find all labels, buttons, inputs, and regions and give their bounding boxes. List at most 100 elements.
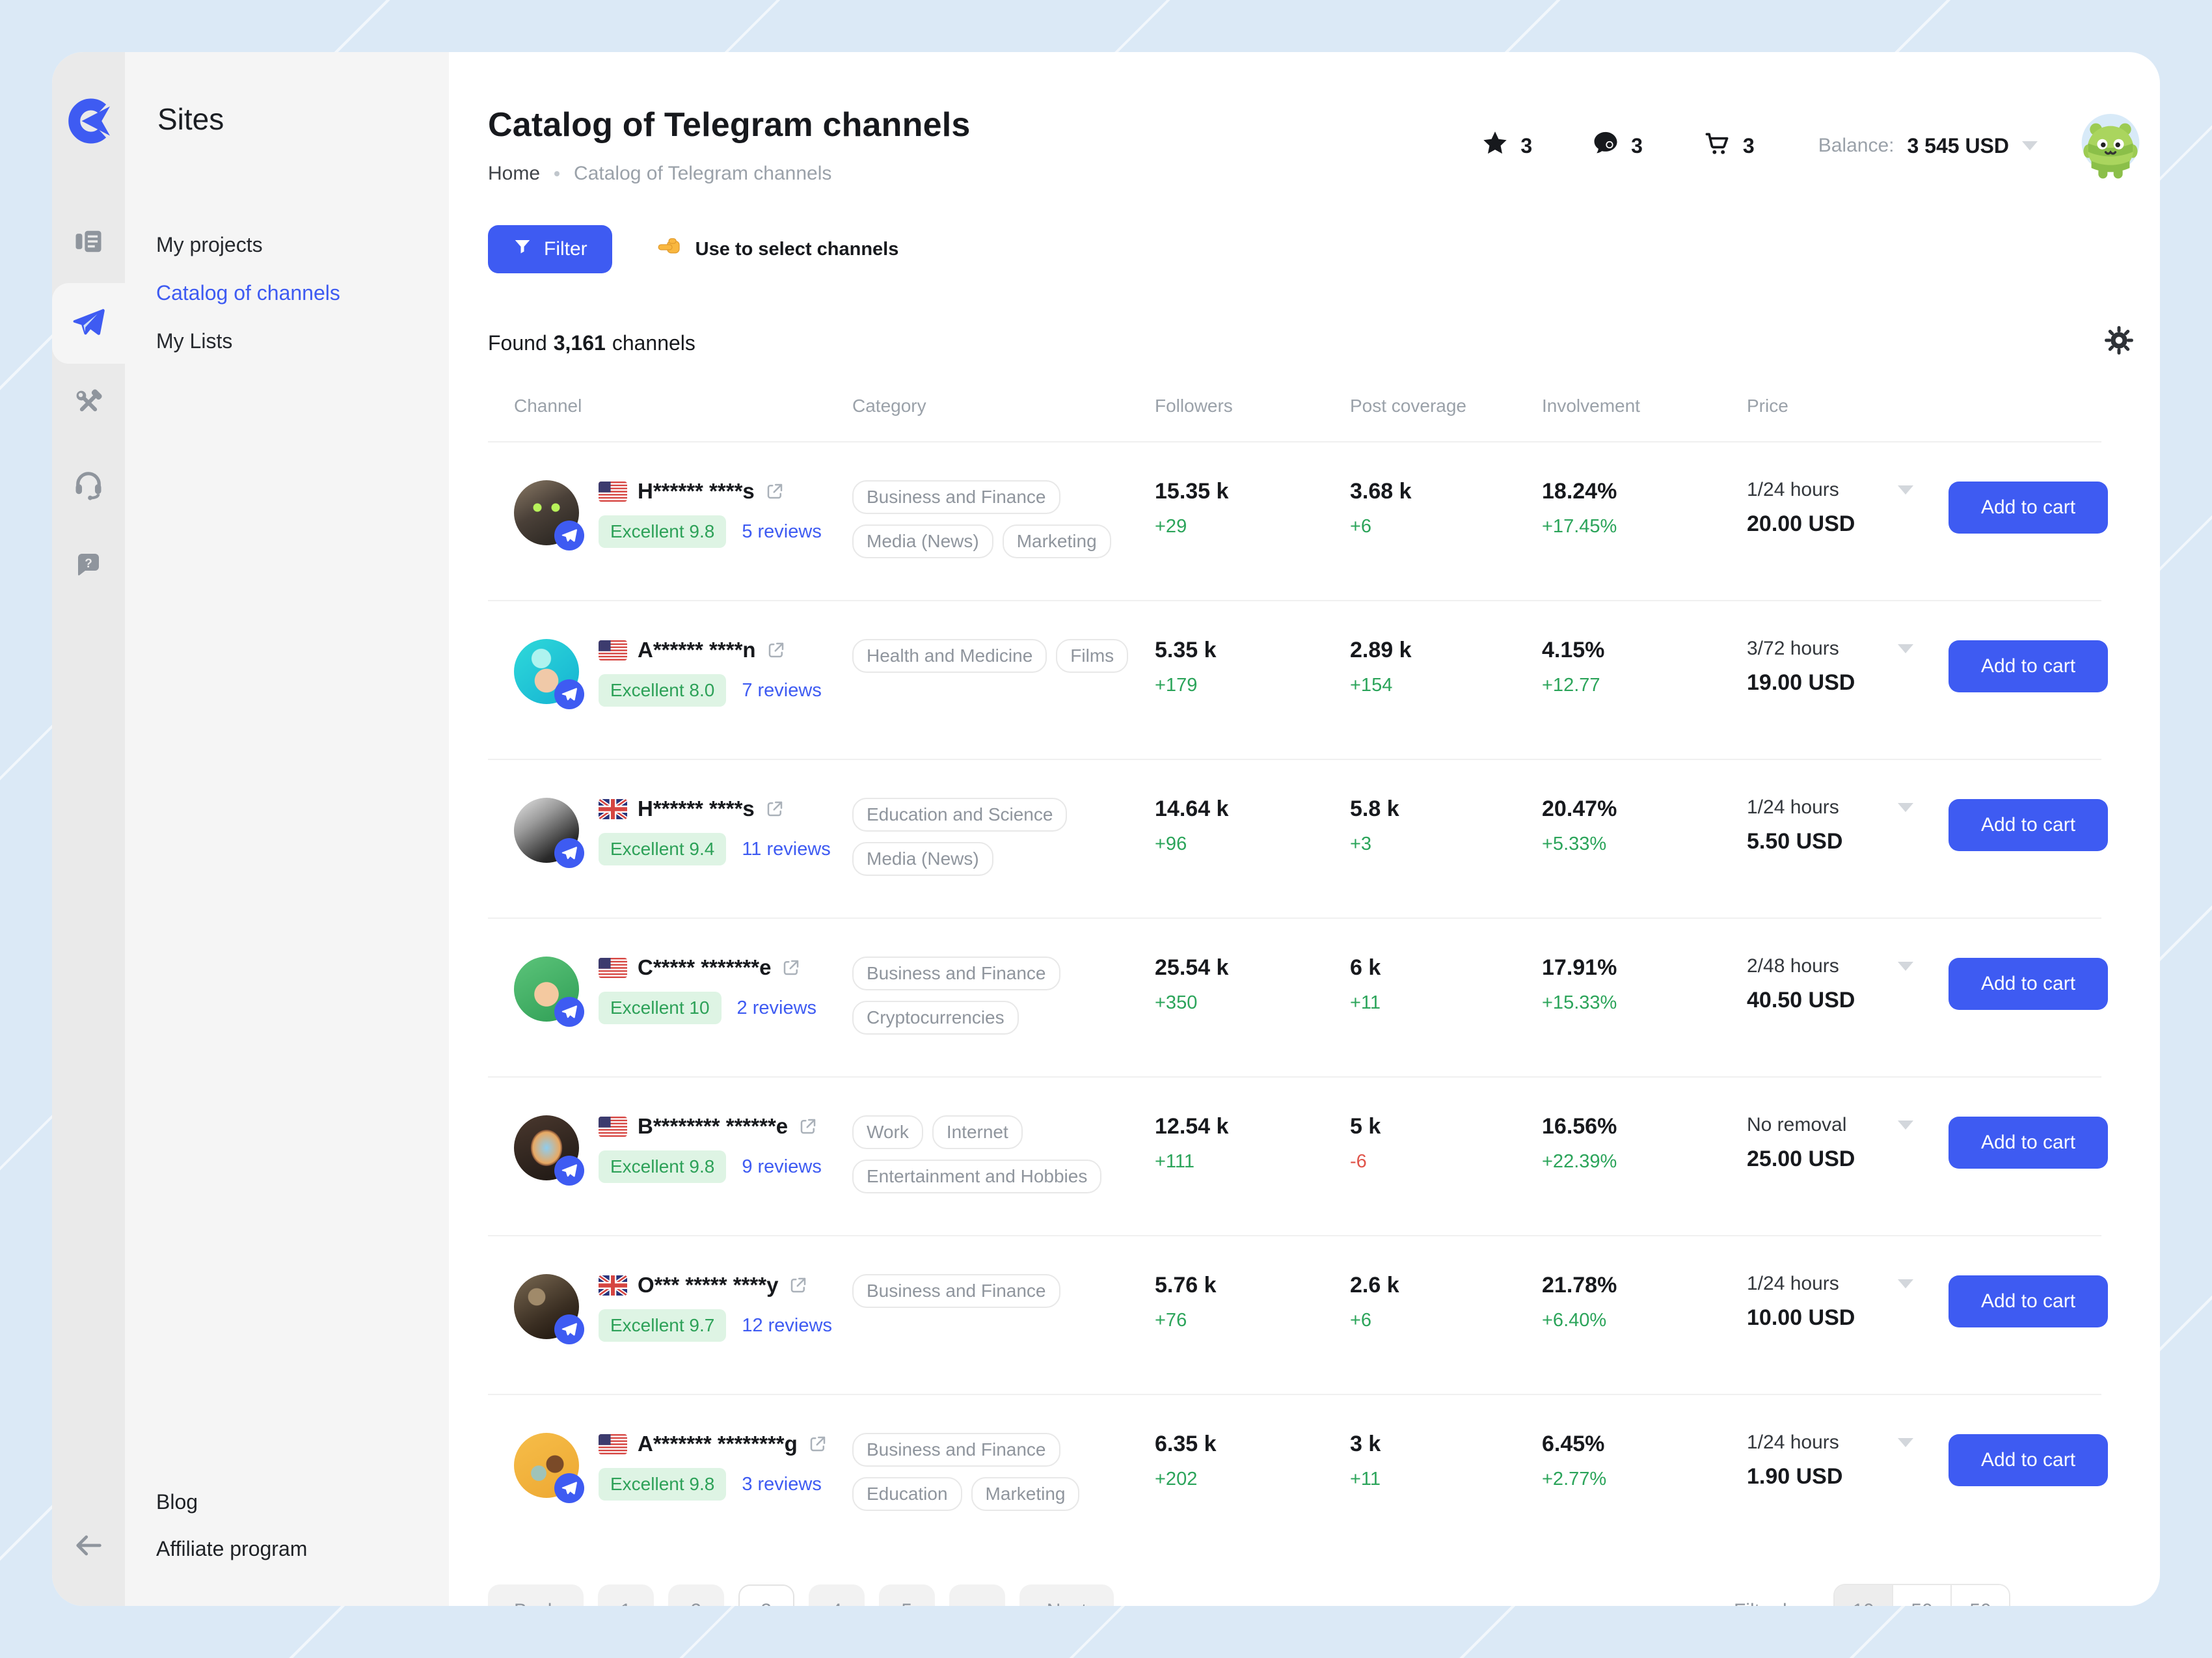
add-to-cart-button[interactable]: Add to cart (1949, 1434, 2108, 1486)
category-pill: Cryptocurrencies (852, 1001, 1019, 1035)
gb-flag-icon (599, 799, 627, 819)
favorites-counter[interactable]: 3 (1481, 129, 1532, 162)
followers-value: 5.35 k (1155, 638, 1350, 663)
collapse-sidebar-button[interactable] (72, 1529, 105, 1566)
reviews-link[interactable]: 12 reviews (742, 1315, 832, 1337)
pagination-page-5[interactable]: 5 (879, 1584, 935, 1606)
followers-value: 12.54 k (1155, 1114, 1350, 1139)
filter-button[interactable]: Filter (488, 225, 612, 273)
rail-item-help[interactable]: ? (52, 525, 125, 606)
channel-name[interactable]: H****** ****s (638, 479, 755, 504)
external-link-icon[interactable] (781, 958, 801, 977)
add-to-cart-button[interactable]: Add to cart (1949, 799, 2108, 851)
sidebar-nav: My projects Catalog of channels My Lists (156, 232, 420, 354)
add-to-cart-button[interactable]: Add to cart (1949, 1117, 2108, 1169)
channel-name[interactable]: C***** *******e (638, 955, 771, 980)
post-coverage-value: 2.89 k (1350, 638, 1542, 663)
category-pill: Education (852, 1477, 962, 1511)
telegram-badge-icon (554, 1156, 584, 1186)
sidebar-item-catalog-of-channels[interactable]: Catalog of channels (156, 280, 420, 306)
pagination-page-2[interactable]: 2 (668, 1584, 724, 1606)
rail-item-tools[interactable] (52, 364, 125, 444)
us-flag-icon (599, 482, 627, 502)
external-link-icon[interactable] (766, 640, 786, 660)
telegram-badge-icon (554, 997, 584, 1027)
reviews-link[interactable]: 7 reviews (742, 680, 822, 701)
messages-counter[interactable]: 3 (1592, 129, 1643, 162)
sidebar-item-my-lists[interactable]: My Lists (156, 328, 420, 354)
add-to-cart-button[interactable]: Add to cart (1949, 640, 2108, 692)
table-row: A******* ********g Excellent 9.8 3 revie… (488, 1395, 2101, 1554)
external-link-icon[interactable] (765, 799, 785, 819)
pagination-back-button[interactable]: Back (488, 1584, 584, 1606)
external-link-icon[interactable] (798, 1117, 818, 1136)
rail-item-projects[interactable] (52, 202, 125, 283)
add-to-cart-button[interactable]: Add to cart (1949, 482, 2108, 534)
channel-name[interactable]: H****** ****s (638, 796, 755, 821)
page-size-option-50-1[interactable]: 50 (1892, 1585, 1950, 1606)
add-to-cart-button[interactable]: Add to cart (1949, 1275, 2108, 1327)
user-avatar[interactable] (2074, 109, 2147, 182)
channel-name[interactable]: A******* ********g (638, 1432, 798, 1456)
pagination-next-button[interactable]: Next (1019, 1584, 1114, 1606)
price-dropdown-caret[interactable] (1898, 803, 1913, 812)
page-size-option-10-0[interactable]: 10 (1835, 1585, 1892, 1606)
star-icon (1481, 129, 1509, 162)
sidebar-icon-rail: ? (52, 52, 125, 1606)
price-dropdown-caret[interactable] (1898, 962, 1913, 971)
channels-table: Channel Category Followers Post coverage… (488, 396, 2101, 1554)
post-coverage-value: 5 k (1350, 1114, 1542, 1139)
sidebar-footer: Blog Affiliate program (156, 1489, 420, 1562)
followers-delta: +96 (1155, 834, 1350, 855)
price-term: 2/48 hours (1747, 955, 1839, 977)
channel-name[interactable]: B******** ******e (638, 1114, 788, 1139)
reviews-link[interactable]: 3 reviews (742, 1474, 822, 1495)
chat-bubble-icon (1592, 129, 1619, 162)
telegram-plane-icon (71, 305, 106, 343)
table-header-row: Channel Category Followers Post coverage… (488, 396, 2101, 442)
balance-dropdown-caret (2022, 141, 2038, 150)
reviews-link[interactable]: 11 reviews (742, 839, 830, 860)
page-size-control: Filter by: 105050 (1734, 1584, 2010, 1606)
followers-delta: +111 (1155, 1151, 1350, 1173)
channel-name[interactable]: A****** ****n (638, 638, 756, 662)
price-dropdown-caret[interactable] (1898, 1438, 1913, 1447)
reviews-link[interactable]: 2 reviews (737, 998, 817, 1019)
involvement-value: 16.56% (1542, 1114, 1747, 1139)
rail-item-telegram-catalog[interactable] (52, 283, 125, 364)
table-row: B******** ******e Excellent 9.8 9 review… (488, 1078, 2101, 1236)
page-size-option-50-2[interactable]: 50 (1950, 1585, 2009, 1606)
sidebar-footer-item-affiliate-program[interactable]: Affiliate program (156, 1536, 420, 1562)
balance[interactable]: Balance: 3 545 USD (1818, 134, 2038, 158)
main-content: Catalog of Telegram channels Home Catalo… (449, 52, 2160, 1606)
pagination-page-3[interactable]: 3 (738, 1584, 794, 1606)
external-link-icon[interactable] (765, 482, 785, 501)
rail-item-support[interactable] (52, 444, 125, 525)
us-flag-icon (599, 640, 627, 660)
sidebar-footer-item-blog[interactable]: Blog (156, 1489, 420, 1515)
reviews-link[interactable]: 5 reviews (742, 521, 822, 543)
channel-name[interactable]: O*** ***** ****y (638, 1273, 778, 1298)
price-dropdown-caret[interactable] (1898, 485, 1913, 495)
tools-icon (72, 386, 105, 423)
add-to-cart-button[interactable]: Add to cart (1949, 958, 2108, 1010)
sidebar-panel: Sites My projectsCatalog of channelsMy L… (125, 52, 449, 1606)
reviews-link[interactable]: 9 reviews (742, 1156, 822, 1178)
rating-badge: Excellent 9.8 (599, 1468, 726, 1501)
table-row: H****** ****s Excellent 9.8 5 reviews Bu… (488, 442, 2101, 601)
pagination-page-1[interactable]: 1 (598, 1584, 654, 1606)
price-dropdown-caret[interactable] (1898, 644, 1913, 653)
app-logo[interactable] (65, 98, 112, 148)
external-link-icon[interactable] (808, 1434, 828, 1454)
followers-delta: +179 (1155, 675, 1350, 696)
pagination-ellipsis[interactable]: ••• (949, 1584, 1005, 1606)
sidebar-item-my-projects[interactable]: My projects (156, 232, 420, 258)
pagination-page-4[interactable]: 4 (809, 1584, 865, 1606)
table-settings-gear-icon[interactable] (2104, 325, 2134, 360)
price-dropdown-caret[interactable] (1898, 1121, 1913, 1130)
cart-counter[interactable]: 3 (1703, 129, 1755, 163)
breadcrumb-home-link[interactable]: Home (488, 163, 540, 185)
external-link-icon[interactable] (789, 1275, 808, 1295)
price-value: 25.00 USD (1747, 1147, 1949, 1172)
price-dropdown-caret[interactable] (1898, 1279, 1913, 1288)
